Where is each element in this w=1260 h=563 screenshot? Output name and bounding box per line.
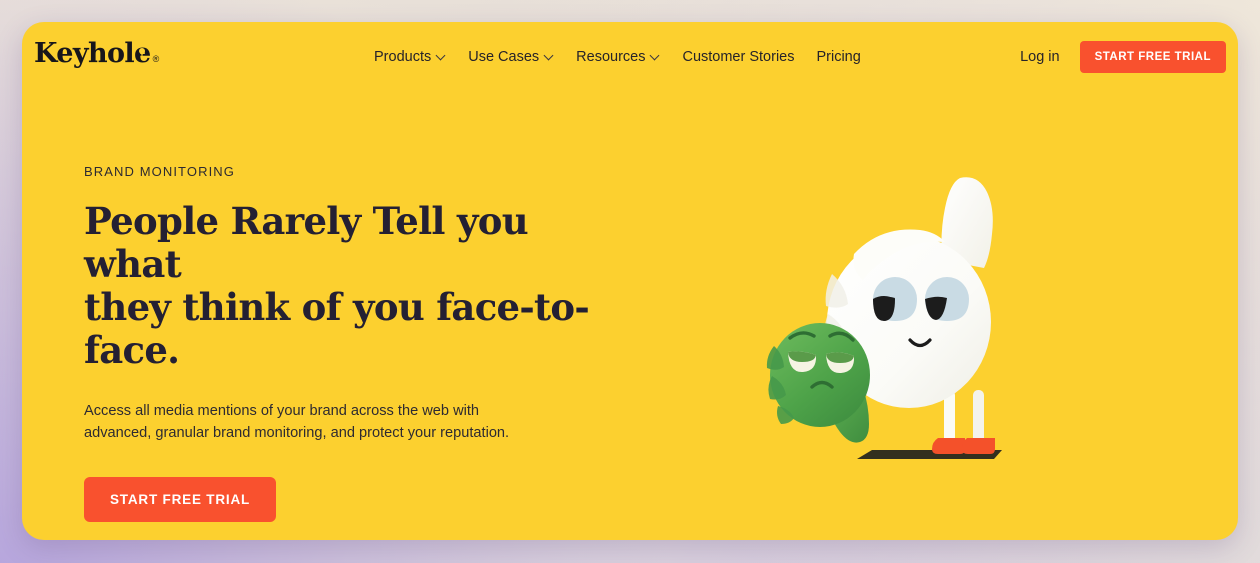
chevron-down-icon [545, 51, 554, 60]
headline-line-2: they think of you face-to-face. [84, 284, 590, 372]
headline-line-1: People Rarely Tell you what [84, 199, 529, 286]
site-header: Keyhole ® Products Use Cases Resources C… [22, 22, 1238, 92]
header-actions: Log in START FREE TRIAL [1020, 22, 1226, 92]
nav-item-resources[interactable]: Resources [576, 49, 660, 65]
nav-item-label: Use Cases [468, 49, 540, 65]
hero-card: Keyhole ® Products Use Cases Resources C… [22, 22, 1238, 540]
login-link[interactable]: Log in [1020, 49, 1060, 65]
header-start-free-trial-button[interactable]: START FREE TRIAL [1079, 41, 1226, 73]
main-navigation: Products Use Cases Resources Customer St… [374, 22, 861, 92]
nav-item-label: Customer Stories [682, 49, 795, 65]
registered-trademark-icon: ® [152, 54, 160, 64]
hero-description-line-2: advanced, granular brand monitoring, and… [84, 424, 510, 441]
chevron-down-icon [651, 51, 660, 60]
nav-item-products[interactable]: Products [374, 49, 446, 65]
page-title: People Rarely Tell you what they think o… [84, 200, 604, 372]
chevron-down-icon [437, 51, 446, 60]
hero-start-free-trial-button[interactable]: START FREE TRIAL [84, 477, 277, 523]
brand-logo[interactable]: Keyhole ® [34, 40, 159, 67]
nav-item-use-cases[interactable]: Use Cases [468, 49, 554, 65]
nav-item-pricing[interactable]: Pricing [816, 49, 860, 65]
hero-eyebrow: BRAND MONITORING [84, 164, 235, 179]
nav-item-label: Pricing [816, 49, 861, 65]
hero-illustration [762, 162, 1092, 482]
nav-item-label: Products [374, 49, 432, 65]
nav-item-customer-stories[interactable]: Customer Stories [682, 49, 794, 65]
brand-name: Keyhole [34, 38, 151, 69]
hero-content: BRAND MONITORING People Rarely Tell you … [84, 164, 644, 523]
hero-description-line-1: Access all media mentions of your brand … [84, 402, 480, 419]
thumbs-down-character [766, 323, 870, 443]
hero-description: Access all media mentions of your brand … [84, 401, 564, 445]
nav-item-label: Resources [576, 49, 646, 65]
